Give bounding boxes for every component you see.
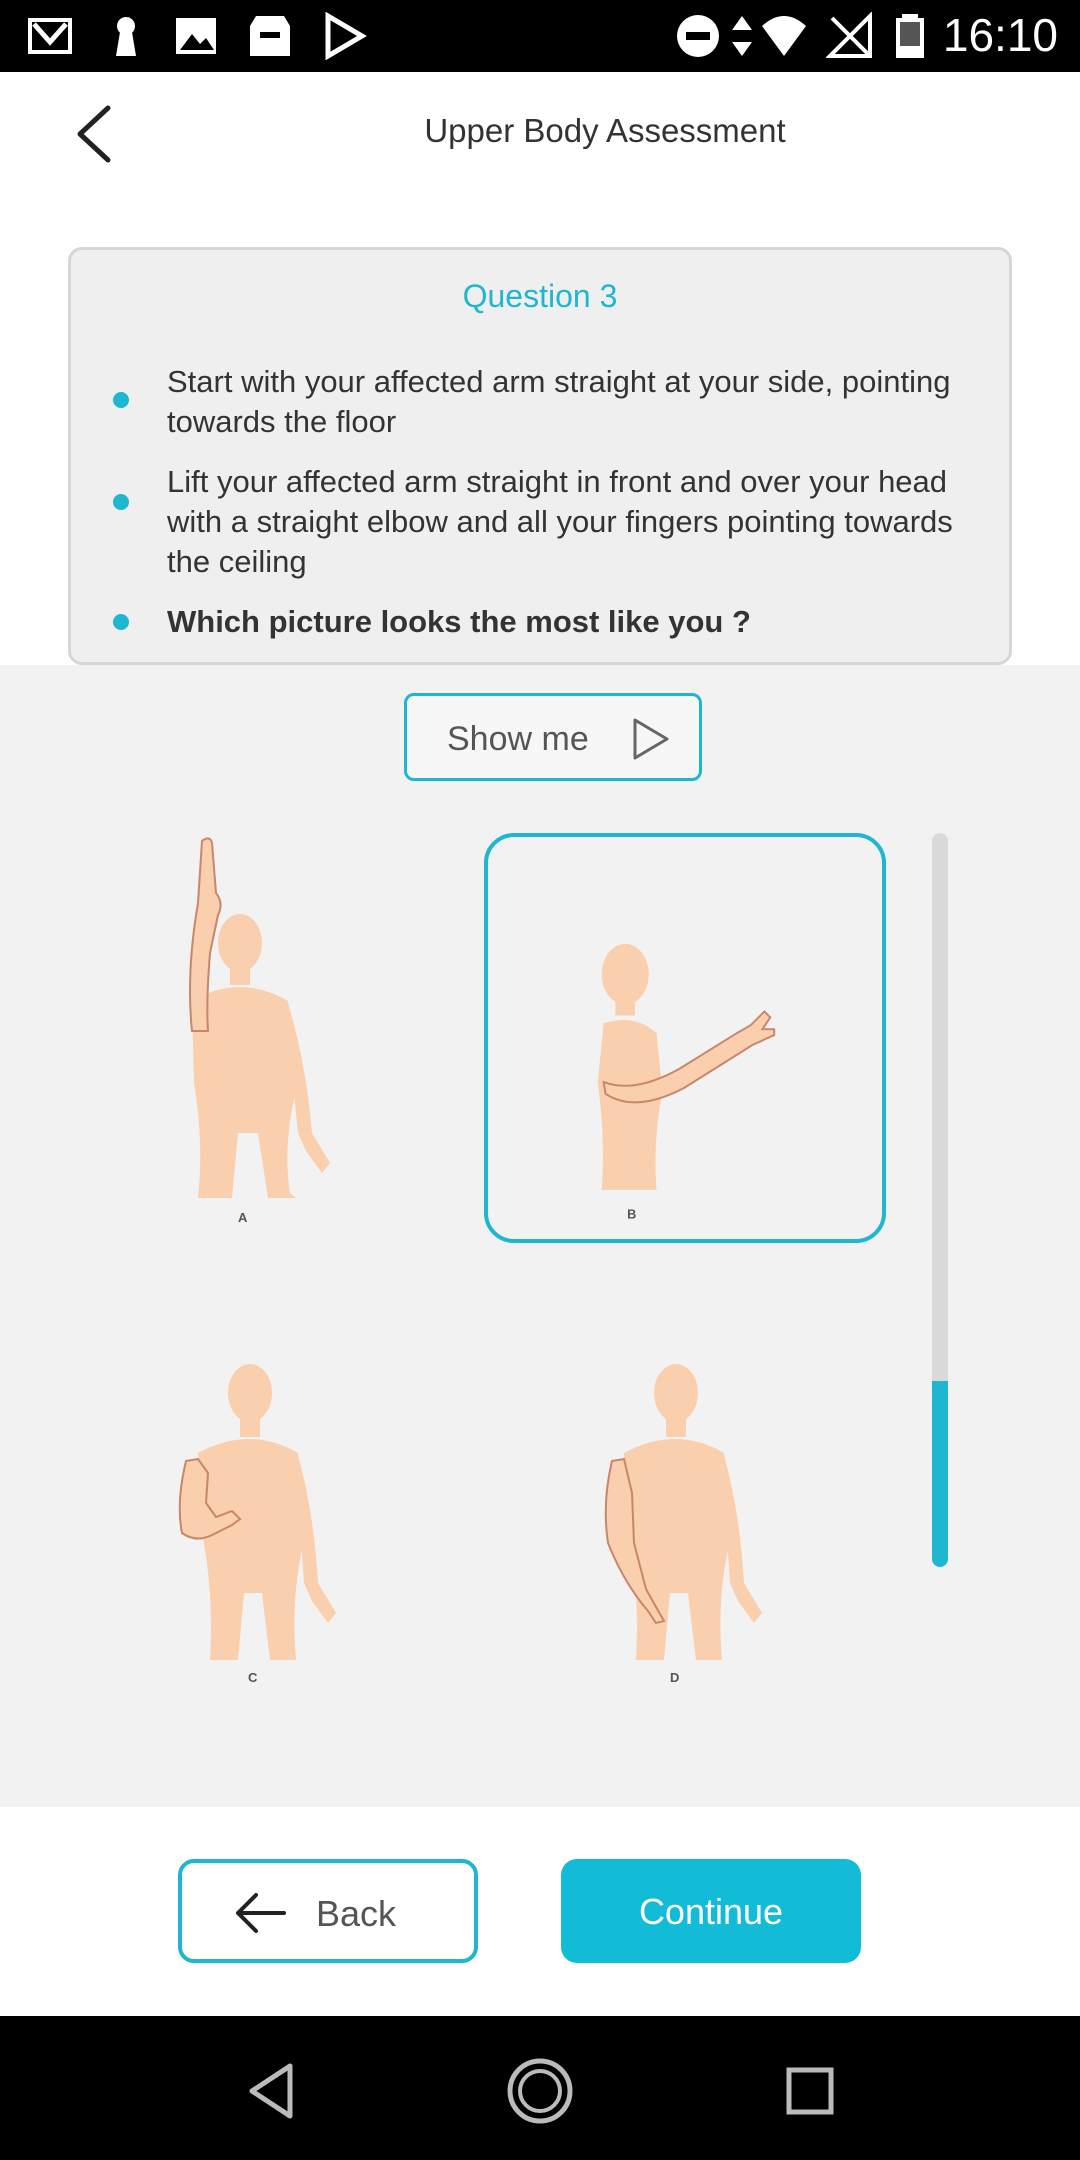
- back-button[interactable]: Back: [178, 1859, 478, 1963]
- keyhole-icon: [116, 17, 136, 56]
- nav-back-icon[interactable]: [236, 2056, 306, 2126]
- status-time: 16:10: [942, 9, 1058, 61]
- question-card: Question 3 Start with your affected arm …: [68, 247, 1012, 665]
- option-c[interactable]: C: [60, 1293, 462, 1703]
- nav-home-icon[interactable]: [505, 2056, 575, 2126]
- hand-on-chest-figure-illustration: C: [178, 1364, 336, 1685]
- arrow-left-icon: [236, 1893, 286, 1933]
- bullet-text: Start with your affected arm straight at…: [167, 364, 951, 439]
- continue-button-label: Continue: [638, 1891, 784, 1932]
- show-me-button[interactable]: Show me: [404, 693, 702, 781]
- bullet-dot: [113, 392, 129, 408]
- bullet-dot: [113, 614, 129, 630]
- bullet-dot: [113, 494, 129, 510]
- arm-raised-figure-illustration: A: [189, 837, 330, 1225]
- option-label: A: [238, 1210, 248, 1225]
- do-not-disturb-icon: [677, 15, 719, 57]
- arm-forward-figure-illustration: B: [597, 943, 776, 1221]
- option-d[interactable]: D: [484, 1293, 886, 1703]
- scrollbar-thumb[interactable]: [932, 1381, 948, 1567]
- option-label: B: [627, 1206, 636, 1221]
- gmail-icon: [28, 18, 72, 54]
- question-title: Question 3: [462, 278, 618, 314]
- option-b[interactable]: B: [484, 833, 886, 1243]
- scrollbar[interactable]: [932, 833, 948, 1567]
- bullet-text: Lift your affected arm straight in front…: [167, 464, 953, 579]
- image-icon: [176, 18, 216, 54]
- status-bar: 16:10: [0, 0, 1080, 72]
- navigation-bar: [0, 2016, 1080, 2160]
- store-icon: [250, 16, 290, 56]
- option-label: C: [248, 1670, 258, 1685]
- wifi-icon: [762, 16, 806, 56]
- battery-icon: [896, 14, 924, 58]
- option-label: D: [670, 1670, 679, 1685]
- back-button-label: Back: [316, 1893, 397, 1934]
- bullet-text: Which picture looks the most like you ?: [167, 604, 751, 639]
- play-store-icon: [325, 12, 367, 60]
- chevron-left-icon[interactable]: [68, 102, 124, 166]
- option-a[interactable]: A: [60, 833, 462, 1243]
- arm-at-side-figure-illustration: D: [604, 1364, 762, 1685]
- page-title: Upper Body Assessment: [424, 112, 786, 149]
- play-icon: [633, 718, 669, 760]
- continue-button[interactable]: Continue: [561, 1859, 861, 1963]
- nav-recents-icon[interactable]: [775, 2056, 845, 2126]
- show-me-label: Show me: [447, 720, 589, 758]
- no-signal-icon: [826, 12, 872, 58]
- app-header: Upper Body Assessment: [0, 72, 1080, 192]
